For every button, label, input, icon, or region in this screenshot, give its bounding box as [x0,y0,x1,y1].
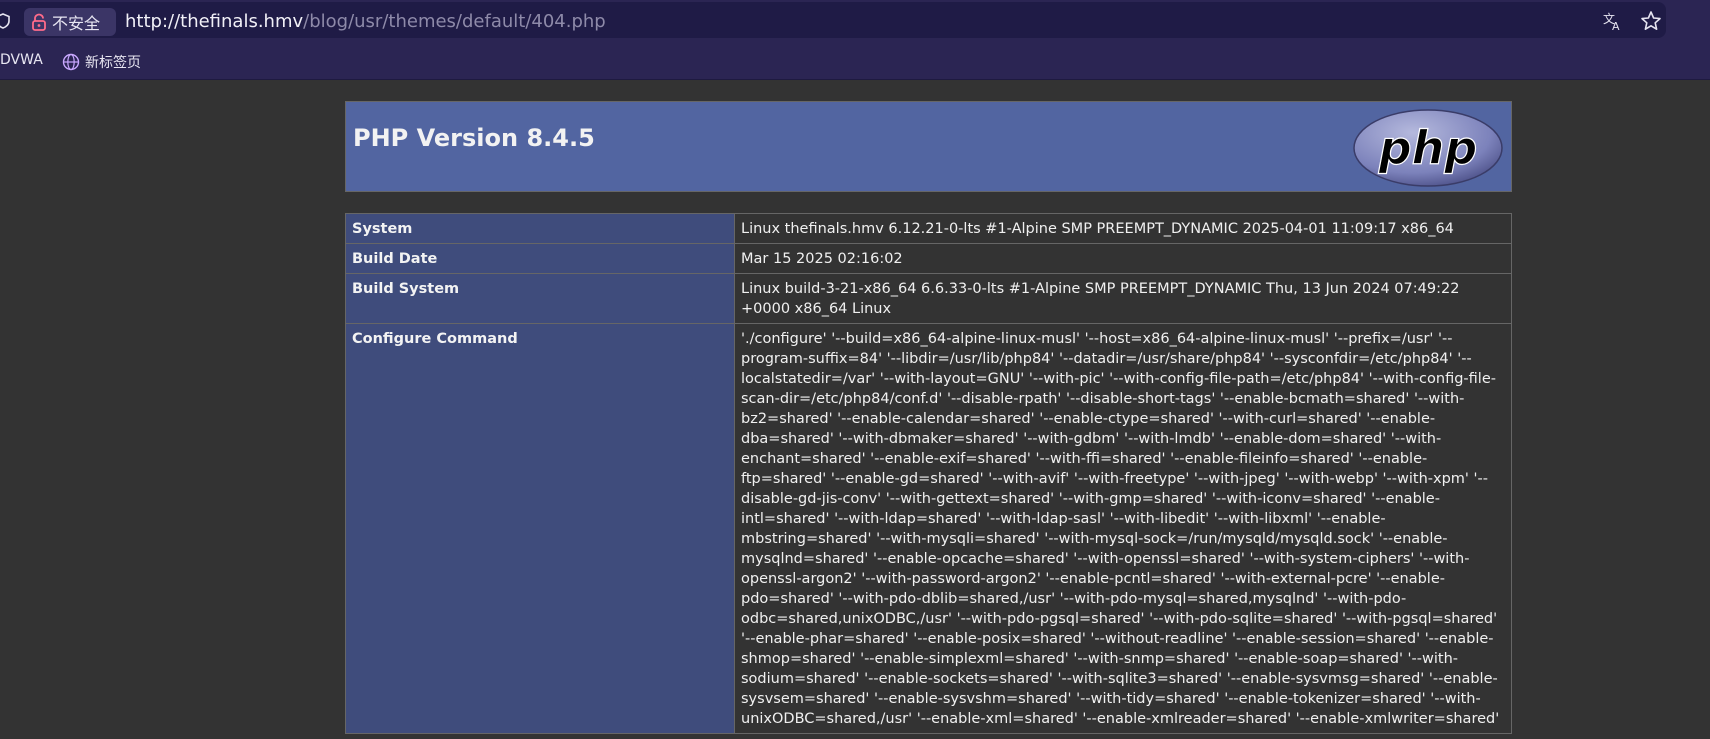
php-logo[interactable]: php [1352,108,1504,188]
bookmark-star-icon[interactable] [1640,10,1662,32]
url-text[interactable]: http://thefinals.hmv/blog/usr/themes/def… [125,11,606,32]
url-host: http://thefinals.hmv [125,11,304,32]
insecure-lock-icon [32,13,46,31]
table-row: System Linux thefinals.hmv 6.12.21-0-lts… [345,213,1512,244]
php-logo-text: php [1378,121,1478,175]
security-indicator[interactable]: 不安全 [24,8,116,36]
svg-text:A: A [1612,20,1620,32]
row-value: Linux thefinals.hmv 6.12.21-0-lts #1-Alp… [734,213,1512,244]
security-label: 不安全 [52,14,101,33]
row-label: Build System [345,273,735,324]
row-value: Mar 15 2025 02:16:02 [734,243,1512,274]
phpinfo-container: PHP Version 8.4.5 php System Linux thefi… [345,101,1512,734]
url-path: /blog/usr/themes/default/404.php [303,11,606,32]
row-value: './configure' '--build=x86_64-alpine-lin… [734,323,1512,734]
bookmarks-bar: DVWA 新标签页 [0,40,1710,80]
table-row: Configure Command './configure' '--build… [345,323,1512,734]
phpinfo-table: System Linux thefinals.hmv 6.12.21-0-lts… [345,213,1512,734]
address-bar: 不安全 http://thefinals.hmv/blog/usr/themes… [0,0,1710,40]
shield-icon[interactable] [0,13,10,29]
page-title: PHP Version 8.4.5 [353,124,595,152]
row-label: Build Date [345,243,735,274]
row-label: System [345,213,735,244]
bookmark-new-tab[interactable]: 新标签页 [62,52,141,72]
bookmark-label: DVWA [0,52,43,68]
phpinfo-header: PHP Version 8.4.5 php [345,101,1512,192]
bookmark-dvwa[interactable]: DVWA [0,52,43,68]
omnibox[interactable]: 不安全 http://thefinals.hmv/blog/usr/themes… [0,2,1666,38]
row-value: Linux build-3-21-x86_64 6.6.33-0-lts #1-… [734,273,1512,324]
table-row: Build System Linux build-3-21-x86_64 6.6… [345,273,1512,324]
bookmark-label: 新标签页 [85,55,141,71]
globe-icon [62,53,80,71]
row-label: Configure Command [345,323,735,734]
table-row: Build Date Mar 15 2025 02:16:02 [345,243,1512,274]
translate-icon[interactable]: 文 A [1602,10,1624,32]
